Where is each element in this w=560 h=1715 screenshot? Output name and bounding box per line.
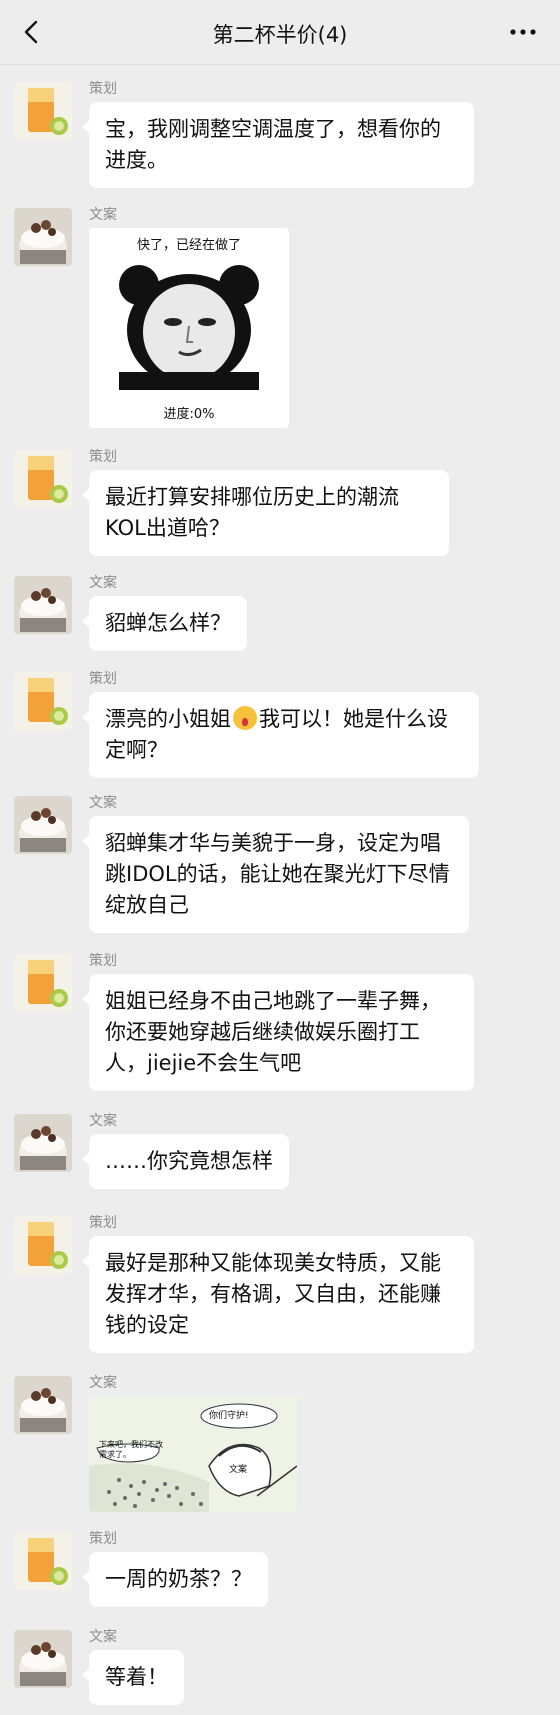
comic-speech-left: 下来吧，我们不改需求了。 [99, 1440, 163, 1459]
avatar-wenan[interactable] [14, 208, 72, 266]
message-bubble[interactable]: ……你究竟想怎样 [82, 1134, 289, 1189]
message-bubble[interactable]: 宝，我刚调整空调温度了，想看你的进度。 [82, 102, 474, 188]
message-row: 策划 一周的奶茶？？ [0, 1526, 560, 1616]
avatar-cehua[interactable] [14, 450, 72, 508]
sender-name: 策划 [89, 81, 117, 97]
sender-name: 策划 [89, 449, 117, 465]
panda-face-icon [119, 265, 259, 390]
avatar-cehua[interactable] [14, 82, 72, 140]
message-row: 文案 ……你究竟想怎样 [0, 1106, 560, 1206]
sender-name: 策划 [89, 1215, 117, 1231]
sticker-progress: 进度:0% [163, 407, 215, 422]
message-row: 文案 快了，已经在做了 进度:0% [0, 200, 560, 430]
more-options-icon[interactable] [508, 22, 538, 42]
chat-title: 第二杯半价(4) [212, 23, 348, 47]
comic-helmet-label: 文案 [229, 1465, 248, 1475]
sender-name: 文案 [89, 1375, 117, 1391]
message-row: 文案 等着！ [0, 1622, 560, 1714]
message-row: 策划 宝，我刚调整空调温度了，想看你的进度。 [0, 72, 560, 192]
avatar-wenan[interactable] [14, 1114, 72, 1172]
message-bubble[interactable]: 最好是那种又能体现美女特质，又能发挥才华，有格调，又自由，还能赚钱的设定 [82, 1236, 474, 1353]
avatar-wenan[interactable] [14, 796, 72, 854]
sender-name: 文案 [89, 795, 117, 811]
avatar-cehua[interactable] [14, 1216, 72, 1274]
message-row: 文案 貂蝉集才华与美貌于一身，设定为唱跳IDOL的话，能让她在聚光灯下尽情绽放自… [0, 788, 560, 938]
message-bubble[interactable]: 貂蝉怎么样？ [82, 596, 247, 651]
message-row: 策划 最近打算安排哪位历史上的潮流KOL出道哈？ [0, 444, 560, 556]
message-row: 策划 姐姐已经身不由己地跳了一辈子舞，你还要她穿越后继续做娱乐圈打工人，jiej… [0, 946, 560, 1096]
message-text: 漂亮的小姐姐 [105, 707, 231, 731]
sender-name: 文案 [89, 1113, 117, 1129]
message-bubble[interactable]: 漂亮的小姐姐 我可以！她是什么设定啊？ [82, 692, 479, 778]
sender-name: 策划 [89, 671, 117, 687]
panda-sticker[interactable]: 快了，已经在做了 进度:0% [89, 228, 289, 428]
sender-name: 文案 [89, 207, 117, 223]
message-bubble[interactable]: 姐姐已经身不由己地跳了一辈子舞，你还要她穿越后继续做娱乐圈打工人，jiejie不… [82, 974, 474, 1091]
comic-speech-top: 你们守护! [209, 1411, 249, 1421]
avatar-cehua[interactable] [14, 1532, 72, 1590]
message-row: 文案 你们守护! 下来吧，我们不改需求了。 文案 [0, 1368, 560, 1512]
avatar-cehua[interactable] [14, 954, 72, 1012]
message-bubble[interactable]: 貂蝉集才华与美貌于一身，设定为唱跳IDOL的话，能让她在聚光灯下尽情绽放自己 [82, 816, 469, 933]
sender-name: 策划 [89, 1531, 117, 1547]
avatar-cehua[interactable] [14, 672, 72, 730]
sender-name: 文案 [89, 575, 117, 591]
avatar-wenan[interactable] [14, 576, 72, 634]
message-bubble[interactable]: 一周的奶茶？？ [82, 1552, 268, 1607]
astonished-face-icon [233, 706, 257, 730]
avatar-wenan[interactable] [14, 1376, 72, 1434]
message-bubble[interactable]: 最近打算安排哪位历史上的潮流KOL出道哈？ [82, 470, 449, 556]
sender-name: 策划 [89, 953, 117, 969]
message-row: 策划 最好是那种又能体现美女特质，又能发挥才华，有格调，又自由，还能赚钱的设定 [0, 1208, 560, 1358]
message-row: 策划 漂亮的小姐姐 我可以！她是什么设定啊？ [0, 664, 560, 780]
message-row: 文案 貂蝉怎么样？ [0, 568, 560, 658]
sticker-caption: 快了，已经在做了 [136, 238, 241, 253]
sender-name: 文案 [89, 1629, 117, 1645]
avatar-wenan[interactable] [14, 1630, 72, 1688]
message-bubble[interactable]: 等着！ [82, 1650, 184, 1705]
comic-sticker[interactable]: 你们守护! 下来吧，我们不改需求了。 文案 [89, 1396, 297, 1512]
chat-header: 第二杯半价(4) [0, 0, 560, 65]
